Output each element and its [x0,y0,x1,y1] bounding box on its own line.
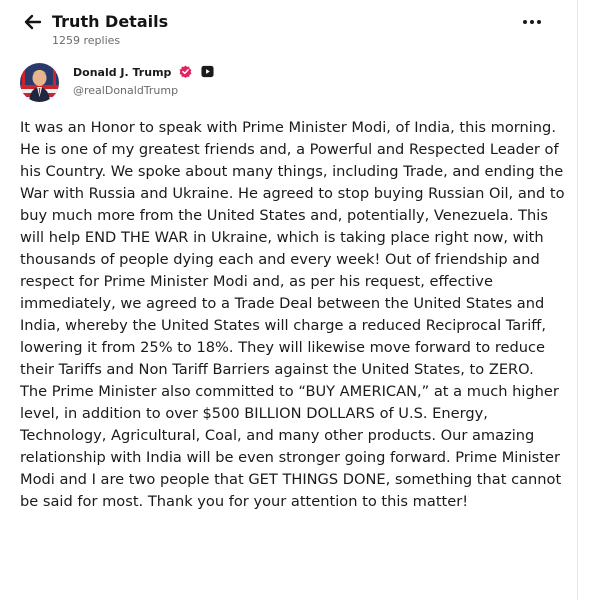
arrow-left-icon [24,14,42,30]
author-handle[interactable]: @realDonaldTrump [73,84,178,98]
author-name[interactable]: Donald J. Trump [73,66,171,80]
post-text: It was an Honor to speak with Prime Mini… [20,119,565,510]
verified-badge-icon [179,65,192,78]
more-options-button[interactable] [520,13,544,31]
author-badges [179,65,218,79]
post-author: Donald J. Trump @realDonaldTrump [20,63,420,103]
reply-count: 1259 replies [52,34,121,47]
avatar[interactable] [20,63,59,102]
page-title: Truth Details [52,12,169,31]
truth-details-panel: Truth Details 1259 replies Donald J. Tru… [0,0,578,600]
back-button[interactable] [22,11,44,33]
more-horizontal-icon [523,20,541,24]
profile-photo-icon [20,63,59,102]
video-badge-icon [201,65,214,78]
page-header: Truth Details 1259 replies [22,11,552,51]
